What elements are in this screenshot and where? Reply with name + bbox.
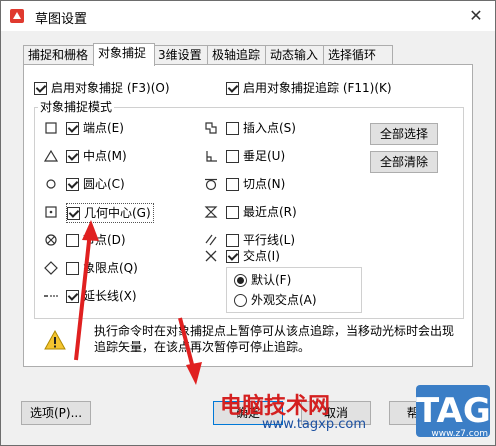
sketch-settings-dialog: 草图设置 ✕ 捕捉和栅格 对象捕捉 3维设置 极轴追踪 动态输入 选择循环 启用… <box>0 0 496 446</box>
select-all-button[interactable]: 全部选择 <box>370 123 438 145</box>
nearest-checkbox[interactable] <box>226 206 239 219</box>
endpoint-checkbox[interactable] <box>66 122 79 135</box>
geometric-center-checkbox[interactable] <box>67 207 80 220</box>
geometric-center-icon <box>45 206 57 218</box>
snap-center[interactable]: 圆心(C) <box>66 175 125 193</box>
parallel-checkbox[interactable] <box>226 234 239 247</box>
snap-node[interactable]: 节点(D) <box>66 231 126 249</box>
watermark: 电脑技术网 www.tagxp.com TAG www.z7.com <box>210 385 496 443</box>
node-icon <box>45 234 57 246</box>
node-checkbox[interactable] <box>66 234 79 247</box>
tracking-info-text: 执行命令时在对象捕捉点上暂停可从该点追踪，当移动光标时会出现追踪矢量，在该点再次… <box>94 324 455 354</box>
extension-label: 延长线(X) <box>83 289 137 303</box>
enable-tracking-label: 启用对象捕捉追踪 (F11)(K) <box>243 81 392 95</box>
snap-modes-group-label: 对象捕捉模式 <box>38 98 115 115</box>
title-bar: 草图设置 ✕ <box>1 1 495 31</box>
tab-object-snap[interactable]: 对象捕捉 <box>93 43 155 66</box>
endpoint-icon <box>45 122 57 134</box>
clear-all-button[interactable]: 全部清除 <box>370 151 438 173</box>
perpendicular-label: 垂足(U) <box>243 149 286 163</box>
perpendicular-icon <box>206 151 217 162</box>
insertion-label: 插入点(S) <box>243 121 296 135</box>
snap-quadrant[interactable]: 象限点(Q) <box>66 259 138 277</box>
watermark-site-name: 电脑技术网 <box>220 394 331 419</box>
node-label: 节点(D) <box>83 233 126 247</box>
tangent-label: 切点(N) <box>243 177 286 191</box>
object-snap-panel: 启用对象捕捉 (F3)(O) 启用对象捕捉追踪 (F11)(K) 对象捕捉模式 … <box>23 64 473 367</box>
quadrant-checkbox[interactable] <box>66 262 79 275</box>
center-icon <box>46 179 56 189</box>
snap-midpoint[interactable]: 中点(M) <box>66 147 127 165</box>
apparent-intersection-label: 外观交点(A) <box>251 293 317 307</box>
enable-tracking-checkbox[interactable] <box>226 82 239 95</box>
radio-apparent-intersection[interactable]: 外观交点(A) <box>234 291 317 309</box>
intersection-checkbox[interactable] <box>226 250 239 263</box>
tab-selection-cycling[interactable]: 选择循环 <box>323 45 393 65</box>
center-label: 圆心(C) <box>83 177 125 191</box>
intersection-label: 交点(I) <box>243 249 280 263</box>
enable-osnap-option[interactable]: 启用对象捕捉 (F3)(O) <box>34 79 170 97</box>
snap-endpoint[interactable]: 端点(E) <box>66 119 124 137</box>
default-radio[interactable] <box>234 274 247 287</box>
extension-icon <box>44 295 58 297</box>
insertion-checkbox[interactable] <box>226 122 239 135</box>
tab-3d-settings[interactable]: 3维设置 <box>153 45 209 65</box>
tab-snap-grid[interactable]: 捕捉和栅格 <box>23 45 95 65</box>
warning-icon <box>44 330 66 350</box>
snap-nearest[interactable]: 最近点(R) <box>226 203 297 221</box>
snap-geometric-center[interactable]: 几何中心(G) <box>66 203 154 223</box>
quadrant-icon <box>44 261 58 275</box>
midpoint-icon <box>44 149 58 162</box>
nearest-label: 最近点(R) <box>243 205 297 219</box>
default-radio-label: 默认(F) <box>251 273 292 287</box>
watermark-domain: www.z7.com <box>431 429 488 439</box>
tangent-checkbox[interactable] <box>226 178 239 191</box>
options-button[interactable]: 选项(P)... <box>21 401 91 425</box>
tab-dynamic-input[interactable]: 动态输入 <box>265 45 325 65</box>
enable-osnap-label: 启用对象捕捉 (F3)(O) <box>51 81 170 95</box>
intersection-icon <box>205 250 217 262</box>
nearest-icon <box>204 206 218 218</box>
quadrant-label: 象限点(Q) <box>83 261 138 275</box>
app-icon <box>10 9 24 23</box>
radio-default[interactable]: 默认(F) <box>234 271 291 289</box>
window-title: 草图设置 <box>35 12 88 27</box>
parallel-icon <box>205 234 217 246</box>
enable-tracking-option[interactable]: 启用对象捕捉追踪 (F11)(K) <box>226 79 392 97</box>
tab-polar-tracking[interactable]: 极轴追踪 <box>207 45 267 65</box>
watermark-url: www.tagxp.com <box>262 417 366 432</box>
geometric-center-label: 几何中心(G) <box>84 206 151 220</box>
midpoint-label: 中点(M) <box>83 149 127 163</box>
enable-osnap-checkbox[interactable] <box>34 82 47 95</box>
extension-checkbox[interactable] <box>66 290 79 303</box>
apparent-intersection-radio[interactable] <box>234 294 247 307</box>
close-icon[interactable]: ✕ <box>465 5 487 27</box>
snap-perpendicular[interactable]: 垂足(U) <box>226 147 285 165</box>
perpendicular-checkbox[interactable] <box>226 150 239 163</box>
midpoint-checkbox[interactable] <box>66 150 79 163</box>
snap-intersection[interactable]: 交点(I) <box>226 247 280 265</box>
snap-extension[interactable]: 延长线(X) <box>66 287 137 305</box>
snap-tangent[interactable]: 切点(N) <box>226 175 285 193</box>
center-checkbox[interactable] <box>66 178 79 191</box>
insertion-icon <box>205 122 217 134</box>
parallel-label: 平行线(L) <box>243 233 296 247</box>
tangent-icon <box>205 178 217 191</box>
snap-insertion[interactable]: 插入点(S) <box>226 119 296 137</box>
endpoint-label: 端点(E) <box>83 121 124 135</box>
